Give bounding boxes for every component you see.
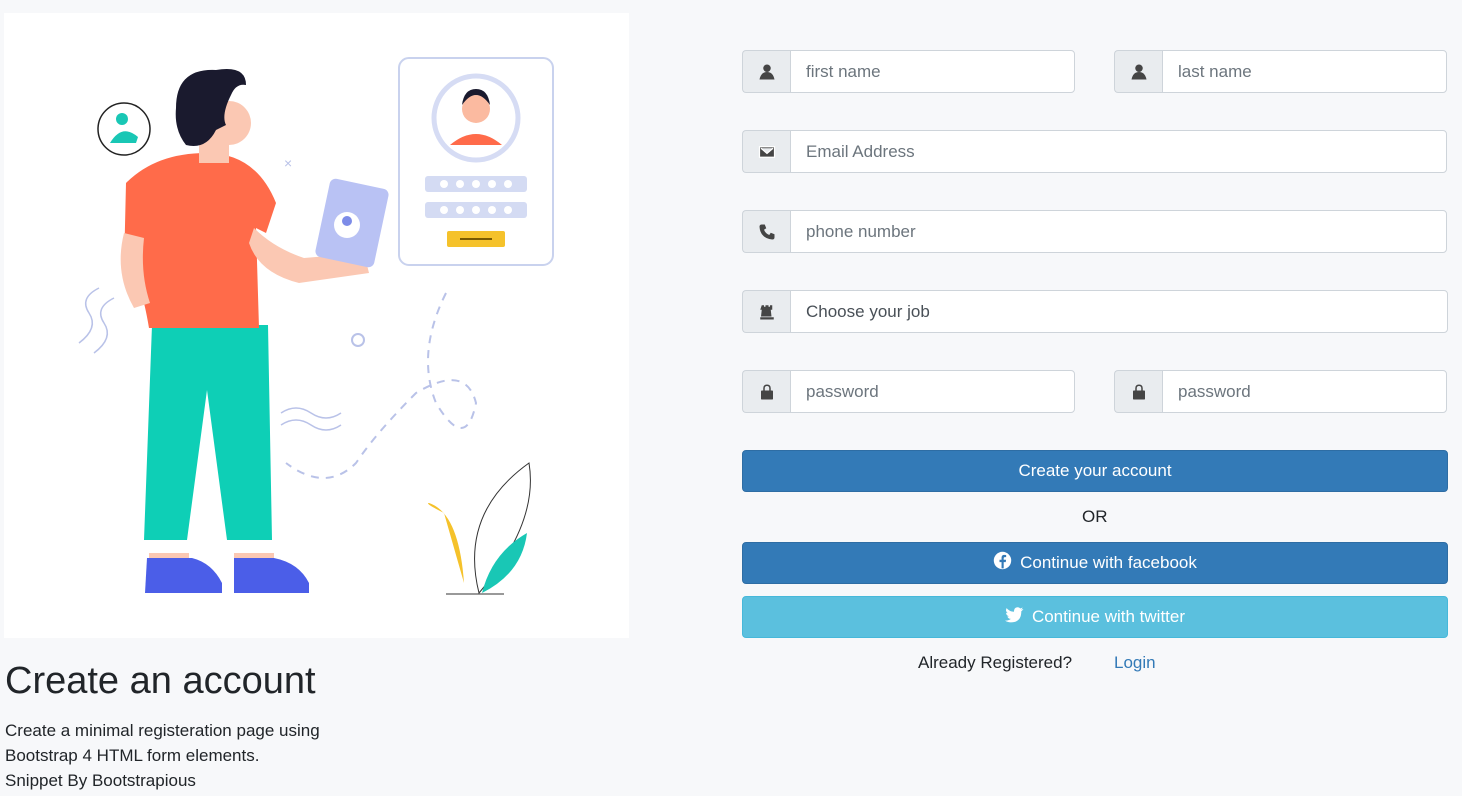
phone-input[interactable]	[790, 210, 1447, 253]
facebook-icon	[993, 551, 1012, 575]
phone-icon	[742, 210, 790, 253]
profile-card	[398, 57, 554, 266]
lock-icon	[742, 370, 790, 413]
password-group	[742, 370, 1075, 413]
last-name-group	[1114, 50, 1447, 93]
description-line: Snippet By Bootstrapious	[5, 771, 196, 790]
description-line: Bootstrap 4 HTML form elements.	[5, 746, 260, 765]
person	[120, 69, 389, 593]
twitter-login-button[interactable]: Continue with twitter	[742, 596, 1448, 638]
svg-text:×: ×	[284, 155, 292, 171]
already-registered-text: Already Registered?	[918, 653, 1073, 672]
envelope-icon	[742, 130, 790, 173]
user-icon	[742, 50, 790, 93]
person-with-profile-card-illustration: ×	[78, 57, 554, 595]
page-title: Create an account	[5, 660, 316, 702]
phone-group	[742, 210, 1447, 253]
first-name-input[interactable]	[790, 50, 1075, 93]
page-description: Create a minimal registeration page usin…	[5, 718, 320, 793]
email-input[interactable]	[790, 130, 1447, 173]
job-select[interactable]: Choose your job	[790, 290, 1448, 333]
registration-illustration: ×	[4, 13, 629, 638]
chess-rook-icon	[742, 290, 790, 333]
confirm-password-input[interactable]	[1162, 370, 1447, 413]
facebook-login-button[interactable]: Continue with facebook	[742, 542, 1448, 584]
last-name-input[interactable]	[1162, 50, 1447, 93]
user-icon	[1114, 50, 1162, 93]
plant	[428, 462, 531, 595]
user-bubble-icon	[97, 102, 151, 156]
create-account-label: Create your account	[1018, 461, 1172, 480]
twitter-icon	[1004, 605, 1024, 629]
email-group	[742, 130, 1447, 173]
or-divider: OR	[1082, 507, 1108, 526]
login-link[interactable]: Login	[1114, 653, 1156, 673]
first-name-group	[742, 50, 1075, 93]
twitter-button-label: Continue with twitter	[1031, 607, 1186, 626]
create-account-button[interactable]: Create your account	[742, 450, 1448, 492]
confirm-password-group	[1114, 370, 1447, 413]
facebook-button-label: Continue with facebook	[1020, 553, 1197, 572]
lock-icon	[1114, 370, 1162, 413]
job-group: Choose your job	[742, 290, 1448, 333]
password-input[interactable]	[790, 370, 1075, 413]
description-line: Create a minimal registeration page usin…	[5, 721, 320, 740]
